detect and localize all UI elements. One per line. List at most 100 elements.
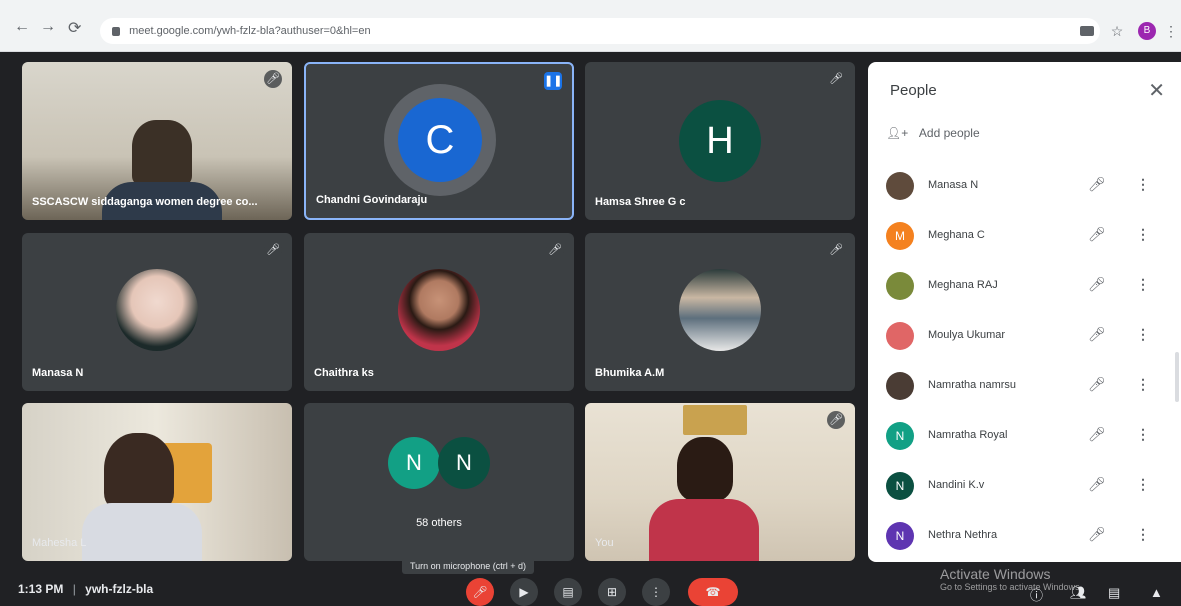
mic-off-icon: 🎤︎ — [264, 70, 282, 88]
person-avatar: N — [886, 422, 914, 450]
meeting-time: 1:13 PM — [18, 582, 64, 596]
captions-button[interactable]: ▤ — [554, 578, 582, 606]
add-people-label: Add people — [918, 126, 980, 140]
person-name: Moulya Ukumar — [928, 329, 1006, 341]
more-options-icon[interactable]: ⋮ — [1136, 276, 1150, 293]
leave-call-button[interactable]: ☎ — [688, 578, 738, 606]
people-list-item[interactable]: Namratha namrsu 🎤︎ ⋮ — [868, 366, 1181, 406]
activities-icon[interactable]: ▲ — [1150, 585, 1163, 600]
mic-off-icon: 🎤︎ — [827, 411, 845, 429]
more-options-icon[interactable]: ⋮ — [1136, 176, 1150, 193]
others-count: 58 others — [416, 517, 462, 529]
people-list-item[interactable]: N Nandini K.v 🎤︎ ⋮ — [868, 466, 1181, 506]
participant-photo — [398, 269, 480, 351]
participant-name: Bhumika A.M — [595, 367, 665, 379]
person-name: Meghana C — [928, 229, 985, 241]
present-button[interactable]: ⊞ — [598, 578, 626, 606]
person-avatar: N — [886, 472, 914, 500]
people-icon[interactable]: 👥︎ — [1070, 585, 1087, 601]
people-list-item[interactable]: Moulya Ukumar 🎤︎ ⋮ — [868, 316, 1181, 356]
more-options-icon[interactable]: ⋮ — [1136, 526, 1150, 543]
participant-avatar: C — [398, 98, 482, 182]
close-icon[interactable]: ✕ — [1148, 78, 1165, 103]
others-tile[interactable]: N N 58 others — [304, 403, 574, 561]
mic-off-icon[interactable]: 🎤︎ — [1088, 226, 1106, 243]
participant-silhouette — [132, 120, 192, 186]
meeting-code[interactable]: ywh-fzlz-bla — [85, 582, 153, 596]
more-options-icon[interactable]: ⋮ — [1136, 476, 1150, 493]
camera-button[interactable]: ▶ — [510, 578, 538, 606]
person-avatar — [886, 172, 914, 200]
url-text: meet.google.com/ywh-fzlz-bla?authuser=0&… — [129, 25, 371, 37]
participant-tile[interactable]: 🎤︎ Bhumika A.M — [585, 233, 855, 391]
participant-tile[interactable]: Mahesha L — [22, 403, 292, 561]
participant-tile[interactable]: H 🎤︎ Hamsa Shree G c — [585, 62, 855, 220]
add-person-icon: 👤︎+ — [886, 126, 909, 140]
people-list-item[interactable]: N Namratha Royal 🎤︎ ⋮ — [868, 416, 1181, 456]
info-icon[interactable]: ⓘ — [1030, 585, 1043, 604]
participant-tile-active[interactable]: C ❚❚ Chandni Govindaraju — [304, 62, 574, 220]
self-name: You — [595, 537, 614, 549]
participant-name: Mahesha L — [32, 537, 87, 549]
chat-icon[interactable]: ▤ — [1108, 585, 1120, 601]
more-options-icon[interactable]: ⋮ — [1136, 426, 1150, 443]
participant-silhouette — [104, 433, 174, 513]
microphone-off-button[interactable]: 🎤︎ — [466, 578, 494, 606]
participant-photo — [116, 269, 198, 351]
meta-separator: | — [72, 582, 76, 596]
more-options-icon[interactable]: ⋮ — [1136, 326, 1150, 343]
mic-off-icon[interactable]: 🎤︎ — [1088, 376, 1106, 393]
participant-tile[interactable]: 🎤︎ Manasa N — [22, 233, 292, 391]
more-options-button[interactable]: ⋮ — [642, 578, 670, 606]
people-list-item[interactable]: N Nethra Nethra 🎤︎ ⋮ — [868, 516, 1181, 556]
speaking-indicator-icon: ❚❚ — [544, 72, 562, 90]
browser-toolbar: ← → ⟳ meet.google.com/ywh-fzlz-bla?authu… — [0, 0, 1181, 52]
person-avatar: N — [886, 522, 914, 550]
panel-scrollbar[interactable] — [1175, 352, 1179, 402]
mic-off-icon[interactable]: 🎤︎ — [1088, 176, 1106, 193]
person-avatar: M — [886, 222, 914, 250]
participant-tile[interactable]: 🎤︎ Chaithra ks — [304, 233, 574, 391]
mic-off-icon: 🎤︎ — [546, 241, 564, 259]
people-panel: People ✕ 👤︎+ Add people Manasa N 🎤︎ ⋮ M … — [868, 62, 1181, 562]
profile-avatar[interactable]: B — [1138, 22, 1156, 40]
activate-windows-watermark: Activate Windows Go to Settings to activ… — [940, 566, 1082, 592]
more-options-icon[interactable]: ⋮ — [1136, 226, 1150, 243]
people-list-item[interactable]: M Meghana C 🎤︎ ⋮ — [868, 216, 1181, 256]
mic-off-icon[interactable]: 🎤︎ — [1088, 476, 1106, 493]
people-list-item[interactable]: Manasa N 🎤︎ ⋮ — [868, 166, 1181, 206]
people-list-item[interactable]: Meghana RAJ 🎤︎ ⋮ — [868, 266, 1181, 306]
watermark-subtitle: Go to Settings to activate Windows. — [940, 582, 1083, 592]
participant-name: Manasa N — [32, 367, 84, 379]
mic-off-icon[interactable]: 🎤︎ — [1088, 326, 1106, 343]
back-icon[interactable]: ← — [14, 18, 30, 36]
more-options-icon[interactable]: ⋮ — [1136, 376, 1150, 393]
forward-icon[interactable]: → — [40, 18, 56, 36]
mic-off-icon[interactable]: 🎤︎ — [1088, 526, 1106, 543]
mic-off-icon: 🎤︎ — [827, 241, 845, 259]
meeting-details: 1:13 PM | ywh-fzlz-bla — [18, 582, 153, 596]
person-avatar — [886, 322, 914, 350]
mic-tooltip: Turn on microphone (ctrl + d) — [402, 558, 534, 574]
lock-icon — [112, 26, 120, 36]
participant-avatar: H — [679, 100, 761, 182]
participant-name: Hamsa Shree G c — [595, 196, 686, 208]
camera-icon[interactable] — [1080, 26, 1094, 36]
participant-shirt — [82, 503, 202, 561]
person-name: Manasa N — [928, 179, 979, 191]
self-clothing — [649, 499, 759, 561]
add-people-button[interactable]: 👤︎+ Add people — [886, 126, 980, 140]
address-bar[interactable]: meet.google.com/ywh-fzlz-bla?authuser=0&… — [100, 18, 1100, 44]
person-avatar — [886, 272, 914, 300]
participant-tile[interactable]: 🎤︎ SSCASCW siddaganga women degree co... — [22, 62, 292, 220]
reload-icon[interactable]: ⟳ — [68, 18, 81, 38]
self-tile[interactable]: 🎤︎ You — [585, 403, 855, 561]
participant-name: SSCASCW siddaganga women degree co... — [32, 196, 258, 208]
mic-off-icon[interactable]: 🎤︎ — [1088, 426, 1106, 443]
person-name: Meghana RAJ — [928, 279, 998, 291]
panel-title: People — [890, 82, 937, 99]
person-name: Namratha namrsu — [928, 379, 1017, 391]
star-icon[interactable]: ☆ — [1108, 22, 1126, 40]
mic-off-icon[interactable]: 🎤︎ — [1088, 276, 1106, 293]
menu-icon[interactable]: ⋮ — [1162, 22, 1180, 40]
